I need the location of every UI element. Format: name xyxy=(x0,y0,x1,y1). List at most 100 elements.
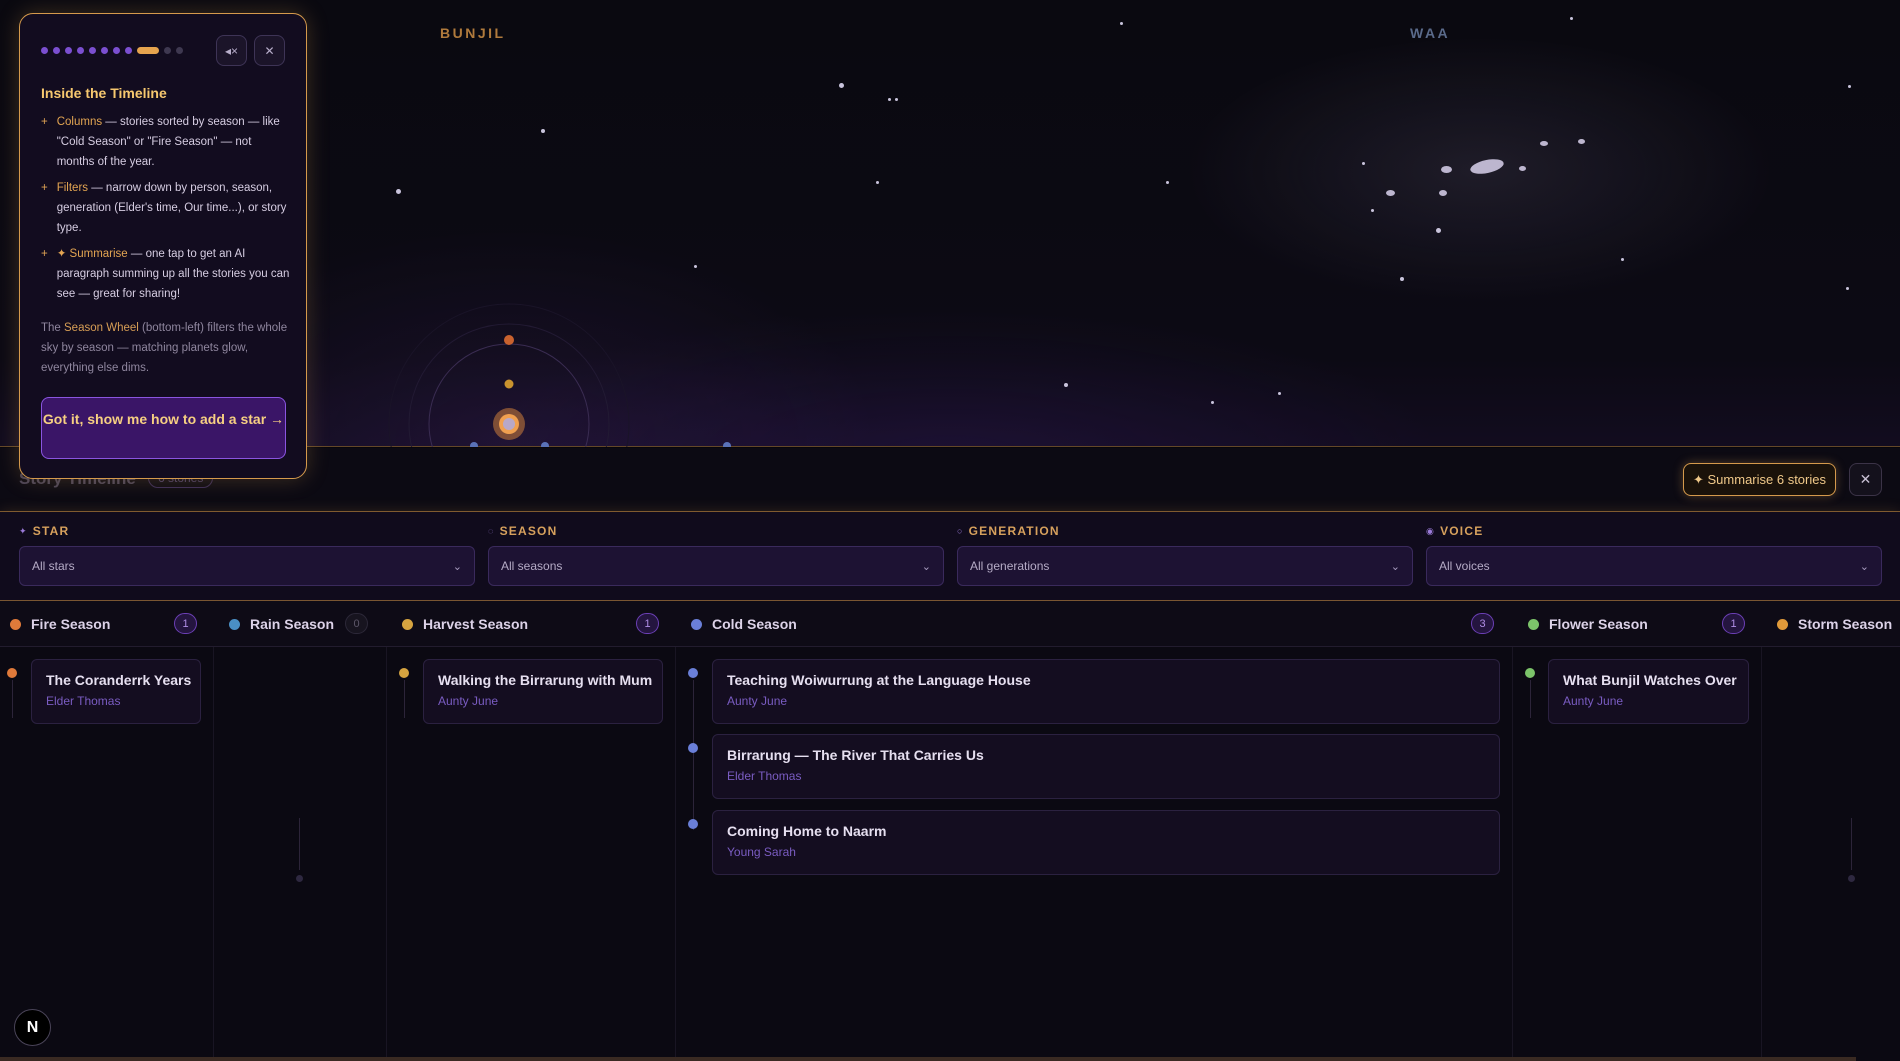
summarise-button[interactable]: ✦ Summarise 6 stories xyxy=(1683,463,1836,496)
story-title: The Coranderrk Years xyxy=(46,672,192,688)
plus-icon: + xyxy=(41,116,48,128)
story-card[interactable]: What Bunjil Watches Over Aunty June xyxy=(1548,659,1749,724)
close-icon: ✕ xyxy=(264,43,275,58)
tour-step-dot[interactable] xyxy=(113,47,120,54)
season-count-badge: 3 xyxy=(1471,613,1494,634)
voice-filter: ◉ VOICE All voices ⌄ xyxy=(1426,524,1882,586)
sparkle-icon: ✦ xyxy=(19,525,28,536)
timeline-dot xyxy=(296,875,303,882)
tour-title: Inside the Timeline xyxy=(41,85,167,101)
tour-step-dot[interactable] xyxy=(89,47,96,54)
chevron-down-icon: ⌄ xyxy=(921,560,931,573)
tour-step-dot[interactable] xyxy=(125,47,132,54)
timeline-line xyxy=(1851,818,1852,870)
onboarding-tour-card: ◂× ✕ Inside the Timeline + Columns — sto… xyxy=(19,13,307,479)
plus-icon: + xyxy=(41,248,48,260)
story-card[interactable]: Coming Home to Naarm Young Sarah xyxy=(712,810,1500,875)
story-title: Birrarung — The River That Carries Us xyxy=(727,747,984,763)
season-column-cold[interactable]: Cold Season xyxy=(691,601,797,647)
season-count-badge: 0 xyxy=(345,613,368,634)
season-filter-select[interactable]: All seasons ⌄ xyxy=(488,546,944,586)
tour-close-button[interactable]: ✕ xyxy=(254,35,285,66)
star-filter: ✦ STAR All stars ⌄ xyxy=(19,524,475,586)
generation-icon: ○ xyxy=(957,526,964,536)
tour-step-dot[interactable] xyxy=(53,47,60,54)
tour-step-dot[interactable] xyxy=(164,47,171,54)
timeline-line xyxy=(1530,680,1531,718)
dev-tools-badge[interactable]: N xyxy=(14,1009,51,1046)
story-voice: Elder Thomas xyxy=(46,694,121,708)
tour-progress xyxy=(41,47,183,54)
voice-filter-label: VOICE xyxy=(1440,524,1484,538)
column-divider xyxy=(675,647,676,1061)
story-voice: Aunty June xyxy=(438,694,499,708)
timeline-line xyxy=(404,680,405,718)
story-title: Coming Home to Naarm xyxy=(727,823,887,839)
story-card[interactable]: Walking the Birrarung with Mum Aunty Jun… xyxy=(423,659,663,724)
column-divider xyxy=(1512,647,1513,1061)
season-count-badge: 1 xyxy=(174,613,197,634)
timeline-dot xyxy=(1525,668,1535,678)
voice-filter-select[interactable]: All voices ⌄ xyxy=(1426,546,1882,586)
story-voice: Aunty June xyxy=(727,694,788,708)
chevron-down-icon: ⌄ xyxy=(1390,560,1400,573)
story-voice: Elder Thomas xyxy=(727,769,802,783)
generation-filter-select[interactable]: All generations ⌄ xyxy=(957,546,1413,586)
season-filter: ◌ SEASON All seasons ⌄ xyxy=(488,524,944,586)
chevron-down-icon: ⌄ xyxy=(452,560,462,573)
story-voice: Young Sarah xyxy=(727,845,796,859)
season-color-dot xyxy=(691,618,702,630)
season-column-rain[interactable]: Rain Season xyxy=(229,601,334,647)
season-count-badge: 1 xyxy=(1722,613,1745,634)
season-color-dot xyxy=(10,618,21,630)
tour-bullet: + Columns — stories sorted by season — l… xyxy=(41,112,291,172)
season-color-dot xyxy=(1777,618,1788,630)
season-column-storm[interactable]: Storm Season xyxy=(1777,601,1892,647)
timeline-line xyxy=(299,818,300,870)
mute-button[interactable]: ◂× xyxy=(216,35,247,66)
column-divider xyxy=(213,647,214,1061)
season-color-dot xyxy=(1528,618,1539,630)
story-card[interactable]: The Coranderrk Years Elder Thomas xyxy=(31,659,201,724)
story-title: What Bunjil Watches Over xyxy=(1563,672,1737,688)
season-column-flower[interactable]: Flower Season xyxy=(1528,601,1648,647)
star-filter-select[interactable]: All stars ⌄ xyxy=(19,546,475,586)
tour-bullet: + Filters — narrow down by person, seaso… xyxy=(41,178,291,238)
voice-icon: ◉ xyxy=(1426,525,1436,536)
tour-step-dot[interactable] xyxy=(176,47,183,54)
season-column-fire[interactable]: Fire Season xyxy=(10,601,110,647)
star-filter-label: STAR xyxy=(32,524,70,538)
plus-icon: + xyxy=(41,182,48,194)
timeline-line xyxy=(12,680,13,718)
tour-step-dot[interactable] xyxy=(65,47,72,54)
tour-step-dot[interactable] xyxy=(77,47,84,54)
tour-next-button[interactable]: Got it, show me how to add a star → xyxy=(41,397,286,459)
tour-step-dot[interactable] xyxy=(41,47,48,54)
season-filter-label: SEASON xyxy=(499,524,558,538)
tour-step-dot-active[interactable] xyxy=(137,47,159,54)
story-card[interactable]: Teaching Woiwurrung at the Language Hous… xyxy=(712,659,1500,724)
season-count-badge: 1 xyxy=(636,613,659,634)
column-divider xyxy=(386,647,387,1061)
story-card[interactable]: Birrarung — The River That Carries Us El… xyxy=(712,734,1500,799)
season-icon: ◌ xyxy=(488,526,495,536)
season-column-harvest[interactable]: Harvest Season xyxy=(402,601,528,647)
tour-step-dot[interactable] xyxy=(101,47,108,54)
story-voice: Aunty June xyxy=(1563,694,1624,708)
filter-bar: ✦ STAR All stars ⌄ ◌ SEASON All seasons ⌄ ○ G… xyxy=(0,512,1900,601)
mute-icon: ◂× xyxy=(224,43,239,58)
tour-bullet: + ✦ Summarise — one tap to get an AI par… xyxy=(41,244,291,304)
timeline-dot xyxy=(688,819,698,829)
timeline-line xyxy=(693,680,694,830)
timeline-dot xyxy=(1848,875,1855,882)
tour-bullet-list: + Columns — stories sorted by season — l… xyxy=(41,112,291,310)
timeline-dot xyxy=(7,668,17,678)
story-title: Walking the Birrarung with Mum xyxy=(438,672,653,688)
tour-footer-note: The Season Wheel (bottom-left) filters t… xyxy=(41,322,288,374)
close-timeline-button[interactable]: ✕ xyxy=(1849,463,1882,496)
horizontal-scrollbar[interactable] xyxy=(0,1057,1856,1061)
timeline-dot xyxy=(688,743,698,753)
chevron-down-icon: ⌄ xyxy=(1859,560,1869,573)
timeline-dot xyxy=(399,668,409,678)
generation-filter: ○ GENERATION All generations ⌄ xyxy=(957,524,1413,586)
